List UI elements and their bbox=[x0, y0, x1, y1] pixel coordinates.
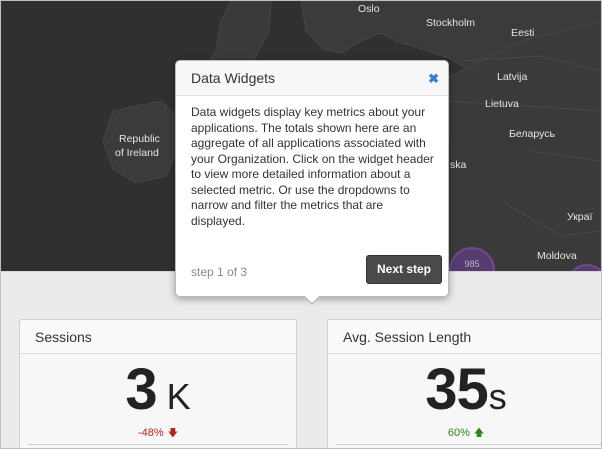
map-cluster-count: 985 bbox=[464, 259, 480, 269]
widget-delta-value: 60% bbox=[447, 427, 470, 439]
arrow-down-icon: 🡇 bbox=[167, 428, 178, 439]
map-label-ireland-line2: of Ireland bbox=[115, 147, 159, 159]
widget-header[interactable]: Sessions bbox=[20, 320, 296, 354]
next-step-button[interactable]: Next step bbox=[366, 255, 442, 284]
map-label-latvija: Latvija bbox=[497, 71, 528, 83]
arrow-up-icon: 🡅 bbox=[473, 428, 485, 439]
map-label-belarus: Беларусь bbox=[509, 128, 555, 140]
widget-divider bbox=[336, 444, 601, 445]
widget-delta-value: -48% bbox=[138, 427, 164, 439]
step-indicator: step 1 of 3 bbox=[191, 265, 248, 279]
map-label-eesti: Eesti bbox=[511, 27, 535, 39]
popover-header: Data Widgets ✖ bbox=[176, 61, 448, 96]
map-label-oslo: Oslo bbox=[358, 3, 380, 15]
dashboard-widgets-area: Sessions 3K -48% 🡇 Avg. Session Length 35… bbox=[1, 271, 601, 448]
widget-number: 3 bbox=[125, 357, 157, 422]
widget-delta: 60% 🡅 bbox=[328, 426, 601, 443]
map-label-ukraine: Украї bbox=[567, 211, 593, 223]
popover-title: Data Widgets bbox=[191, 70, 276, 86]
widget-delta: -48% 🡇 bbox=[20, 426, 296, 443]
close-icon[interactable]: ✖ bbox=[428, 61, 439, 96]
widget-unit: K bbox=[166, 376, 191, 417]
map-label-stockholm: Stockholm bbox=[426, 17, 476, 29]
map-label-poland: ska bbox=[450, 159, 467, 171]
widget-unit: s bbox=[488, 376, 507, 417]
widget-header[interactable]: Avg. Session Length bbox=[328, 320, 601, 354]
data-widgets-tour-popover: Data Widgets ✖ Data widgets display key … bbox=[175, 60, 449, 305]
popover-pointer-arrow bbox=[303, 295, 321, 305]
map-label-moldova: Moldova bbox=[537, 250, 577, 262]
widget-divider bbox=[28, 444, 288, 445]
widget-avg-session-length[interactable]: Avg. Session Length 35s 60% 🡅 bbox=[327, 319, 601, 448]
popover-body-text: Data widgets display key metrics about y… bbox=[191, 105, 434, 228]
widget-value: 35s bbox=[328, 356, 601, 423]
screen-frame: Oslo Stockholm Eesti Latvija Lietuva Rep… bbox=[0, 0, 602, 449]
widget-value: 3K bbox=[20, 356, 296, 423]
map-label-lietuva: Lietuva bbox=[485, 98, 519, 110]
map-label-ireland-line1: Republic bbox=[119, 133, 160, 145]
widget-sessions[interactable]: Sessions 3K -48% 🡇 bbox=[19, 319, 297, 448]
widget-number: 35 bbox=[425, 357, 489, 422]
popover-footer: step 1 of 3 Next step bbox=[176, 254, 448, 296]
